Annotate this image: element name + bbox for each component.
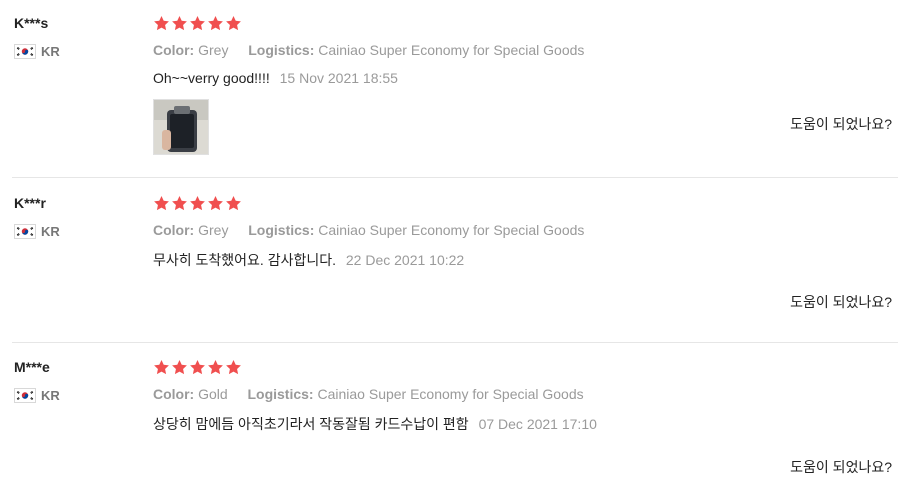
color-label: Color: [153, 222, 195, 238]
review-date: 22 Dec 2021 10:22 [345, 252, 465, 268]
logistics-label: Logistics: [248, 222, 315, 238]
reviewer-country: KR [14, 44, 60, 59]
star-icon [190, 196, 205, 211]
country-code: KR [41, 224, 60, 239]
review-date: 07 Dec 2021 17:10 [478, 416, 597, 432]
star-icon [172, 16, 187, 31]
korea-flag-icon [14, 224, 36, 239]
reviewer-country: KR [14, 224, 60, 239]
star-icon [208, 360, 223, 375]
logistics-label: Logistics: [248, 42, 315, 58]
star-icon [172, 196, 187, 211]
logistics-label: Logistics: [247, 386, 314, 402]
review-divider [12, 177, 898, 178]
rating-stars [153, 15, 242, 32]
review-content: 무사히 도착했어요. 감사합니다. 22 Dec 2021 10:22 [153, 250, 464, 270]
helpful-button[interactable]: 도움이 되었나요? [790, 114, 892, 134]
country-code: KR [41, 44, 60, 59]
korea-flag-icon [14, 388, 36, 403]
color-value: Gold [198, 386, 228, 402]
reviewer-name: K***s [14, 15, 49, 31]
helpful-button[interactable]: 도움이 되었나요? [790, 292, 892, 312]
reviewer-name: K***r [14, 195, 46, 211]
color-value: Grey [198, 42, 229, 58]
logistics-value: Cainiao Super Economy for Special Goods [317, 386, 584, 402]
rating-stars [153, 359, 242, 376]
star-icon [208, 16, 223, 31]
review-sku-info: Color: Gold Logistics: Cainiao Super Eco… [153, 386, 584, 402]
review-content: Oh~~verry good!!!! 15 Nov 2021 18:55 [153, 70, 398, 86]
logistics-value: Cainiao Super Economy for Special Goods [318, 42, 585, 58]
country-code: KR [41, 388, 60, 403]
color-value: Grey [198, 222, 229, 238]
star-icon [154, 196, 169, 211]
review-text: 상당히 맘에듬 아직초기라서 작동잘됨 카드수납이 편함 [153, 416, 469, 432]
star-icon [172, 360, 187, 375]
helpful-button[interactable]: 도움이 되었나요? [790, 457, 892, 477]
review-text: 무사히 도착했어요. 감사합니다. [153, 252, 336, 268]
rating-stars [153, 195, 242, 212]
review-text: Oh~~verry good!!!! [153, 70, 270, 86]
review-photo-thumbnail[interactable] [153, 99, 209, 155]
star-icon [208, 196, 223, 211]
review-divider [12, 342, 898, 343]
reviewer-country: KR [14, 388, 60, 403]
star-icon [226, 196, 241, 211]
color-label: Color: [153, 386, 195, 402]
review-sku-info: Color: Grey Logistics: Cainiao Super Eco… [153, 222, 584, 238]
star-icon [226, 360, 241, 375]
review-content: 상당히 맘에듬 아직초기라서 작동잘됨 카드수납이 편함 07 Dec 2021… [153, 414, 597, 434]
star-icon [226, 16, 241, 31]
review-date: 15 Nov 2021 18:55 [279, 70, 398, 86]
reviewer-name: M***e [14, 359, 50, 375]
logistics-value: Cainiao Super Economy for Special Goods [318, 222, 585, 238]
star-icon [190, 16, 205, 31]
star-icon [154, 360, 169, 375]
korea-flag-icon [14, 44, 36, 59]
star-icon [154, 16, 169, 31]
star-icon [190, 360, 205, 375]
review-sku-info: Color: Grey Logistics: Cainiao Super Eco… [153, 42, 584, 58]
color-label: Color: [153, 42, 195, 58]
